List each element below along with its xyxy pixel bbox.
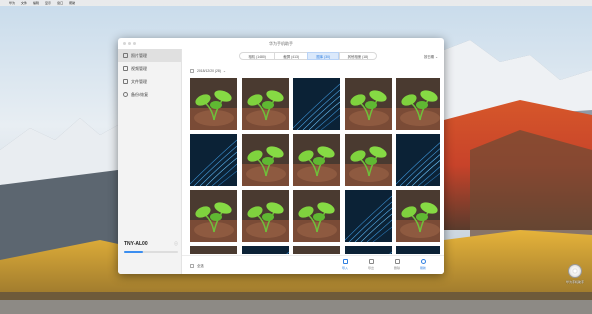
menu-bar: 华为 文件 编辑 显示 窗口 帮助 [0,0,592,6]
import-label: 导入 [341,266,348,270]
photo-thumbnail-abstract[interactable] [396,134,440,186]
photo-thumbnail-plant[interactable] [190,246,237,254]
sidebar-item-photos[interactable]: 照片管理 [118,49,181,62]
photo-thumbnail-plant[interactable] [396,78,440,130]
sidebar-item-label: 照片管理 [131,52,147,58]
album-tabs: 相机 (1480) 截屏 (413) 图库 (30) 其他相册 (18) [239,52,378,60]
tab-camera[interactable]: 相机 (1480) [239,52,275,60]
date-group-label: 2018/12/20 (28) [197,69,221,73]
refresh-button[interactable]: 刷新 [416,259,430,270]
sidebar-item-label: 文件管理 [131,78,147,84]
refresh-label: 刷新 [419,266,426,270]
menu-item-file[interactable]: 文件 [21,1,27,5]
storage-bar [124,251,178,253]
backup-icon [123,92,128,97]
group-checkbox[interactable] [190,69,194,73]
desktop-disk-icon[interactable]: 华为手机助手 [562,264,588,284]
date-group-header: 2018/12/20 (28) ⌄ [190,69,226,73]
minimize-window-button[interactable] [128,42,131,45]
photo-thumbnail-abstract[interactable] [344,246,392,254]
sidebar-item-label: 备份/恢复 [131,91,149,97]
sort-dropdown[interactable]: 按日期 ⌄ [424,54,438,59]
tab-other-albums[interactable]: 其他相册 (18) [338,52,378,60]
photo-thumbnail-abstract[interactable] [241,246,289,254]
import-icon [342,259,348,264]
device-panel: TNY-AL00 ⓘ [124,241,178,256]
delete-icon [394,259,400,264]
window-title: 华为手机助手 [269,40,293,46]
zoom-window-button[interactable] [133,42,136,45]
disk-icon [568,264,582,278]
sidebar-item-files[interactable]: 文件管理 [118,75,181,88]
sidebar-item-backup[interactable]: 备份/恢复 [118,88,181,101]
photo-thumbnail-abstract[interactable] [190,134,237,186]
menu-item-app[interactable]: 华为 [9,1,15,5]
photo-icon [123,53,128,58]
photo-thumbnail-plant[interactable] [293,246,340,254]
photo-thumbnail-abstract[interactable] [396,246,440,254]
photo-thumbnail-plant[interactable] [190,78,237,130]
import-button[interactable]: 导入 [338,259,352,270]
window-controls [123,42,138,45]
photo-thumbnail-plant[interactable] [344,134,392,186]
photo-thumbnail-plant[interactable] [241,190,289,242]
storage-bar-fill [124,251,143,253]
file-icon [123,79,128,84]
photo-thumbnail-plant[interactable] [241,134,289,186]
photo-thumbnail-plant[interactable] [293,134,340,186]
photo-thumbnail-plant[interactable] [241,78,289,130]
device-name: TNY-AL00 [124,241,148,247]
tab-screenshots[interactable]: 截屏 (413) [274,52,308,60]
refresh-icon [420,259,426,264]
photo-grid [190,78,440,254]
delete-label: 删除 [393,266,400,270]
menu-item-view[interactable]: 显示 [45,1,51,5]
photo-thumbnail-plant[interactable] [344,78,392,130]
info-icon[interactable]: ⓘ [174,241,178,247]
photo-thumbnail-abstract[interactable] [293,78,340,130]
title-bar: 华为手机助手 [118,38,444,49]
chevron-down-icon[interactable]: ⌄ [223,69,226,73]
select-all-label: 全选 [197,264,204,268]
menu-item-window[interactable]: 窗口 [57,1,63,5]
export-icon [368,259,374,264]
desktop-icon-label: 华为手机助手 [565,280,584,284]
bottom-toolbar: 全选 导入 导出 删除 刷新 [182,255,444,274]
menu-item-help[interactable]: 帮助 [69,1,75,5]
sidebar-item-videos[interactable]: 视频管理 [118,62,181,75]
menu-item-edit[interactable]: 编辑 [33,1,39,5]
export-button[interactable]: 导出 [364,259,378,270]
photo-thumbnail-plant[interactable] [190,190,237,242]
main-content: 相机 (1480) 截屏 (413) 图库 (30) 其他相册 (18) 按日期… [182,49,444,274]
sidebar: 照片管理 视频管理 文件管理 备份/恢复 TNY-AL00 ⓘ [118,49,182,274]
select-all[interactable]: 全选 [190,263,204,268]
photo-thumbnail-plant[interactable] [396,190,440,242]
photo-thumbnail-plant[interactable] [293,190,340,242]
tab-gallery[interactable]: 图库 (30) [307,52,340,60]
video-icon [123,66,128,71]
select-all-checkbox[interactable] [190,263,194,268]
export-label: 导出 [367,266,374,270]
photo-thumbnail-abstract[interactable] [344,190,392,242]
close-window-button[interactable] [123,42,126,45]
app-window: 华为手机助手 照片管理 视频管理 文件管理 备份/恢复 TNY-AL00 ⓘ 相… [118,38,444,274]
delete-button[interactable]: 删除 [390,259,404,270]
sidebar-item-label: 视频管理 [131,65,147,71]
